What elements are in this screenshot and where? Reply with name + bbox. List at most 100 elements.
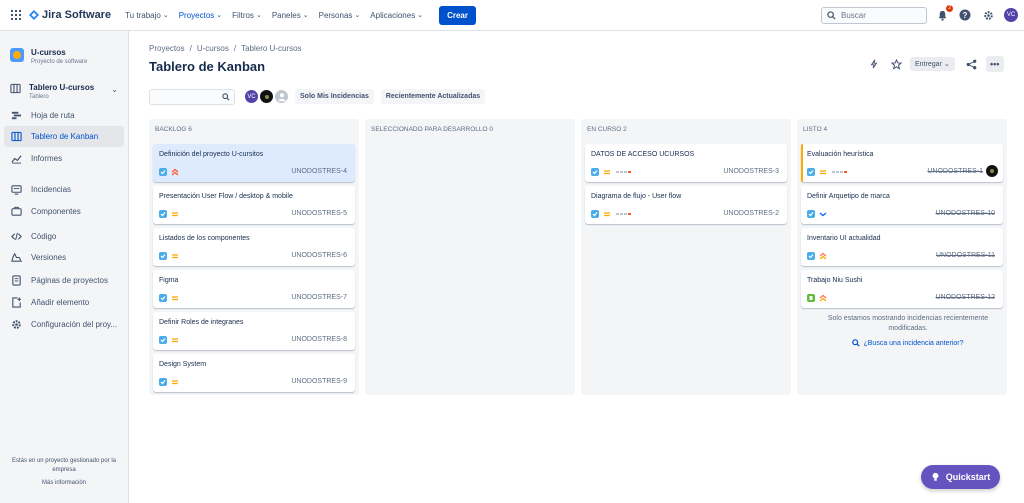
main-menu: Tu trabajo ⌄ Proyectos ⌄ Filtros ⌄ Paneles ⌄… bbox=[125, 11, 433, 20]
priority-low-icon bbox=[819, 210, 827, 218]
issue-card[interactable]: Inventario UI actualidad UNODOSTRES-11 bbox=[801, 228, 1003, 266]
issue-key[interactable]: UNODOSTRES-12 bbox=[935, 294, 995, 301]
breadcrumb-projects[interactable]: Proyectos bbox=[149, 44, 185, 53]
issue-key[interactable]: UNODOSTRES-1 bbox=[927, 168, 983, 175]
issue-icons bbox=[159, 168, 179, 176]
search-icon bbox=[222, 92, 230, 101]
menu-projects[interactable]: Proyectos ⌄ bbox=[179, 11, 222, 20]
menu-your-work[interactable]: Tu trabajo ⌄ bbox=[125, 11, 169, 20]
issue-key[interactable]: UNODOSTRES-6 bbox=[291, 252, 347, 259]
app-switcher-icon[interactable] bbox=[11, 10, 21, 20]
create-button[interactable]: Crear bbox=[439, 5, 476, 25]
priority-medium-icon bbox=[171, 378, 179, 386]
components-icon bbox=[10, 206, 22, 218]
issue-key[interactable]: UNODOSTRES-8 bbox=[291, 336, 347, 343]
issue-card[interactable]: Figma UNODOSTRES-7 bbox=[153, 270, 355, 308]
issue-card[interactable]: Trabajo Niu Sushi UNODOSTRES-12 bbox=[801, 270, 1003, 308]
issue-key[interactable]: UNODOSTRES-9 bbox=[291, 378, 347, 385]
sidebar-item-reports[interactable]: Informes bbox=[4, 148, 124, 169]
help-button[interactable]: ? bbox=[958, 8, 972, 22]
chevron-down-icon: ⌄ bbox=[255, 12, 262, 19]
user-avatar[interactable]: VC bbox=[1004, 8, 1018, 22]
board-selector[interactable]: Tablero U-cursos Tablero ⌄ bbox=[10, 83, 122, 100]
filter-bar: VC Solo Mis Incidencias Recientemente Ac… bbox=[149, 88, 486, 105]
breadcrumb-project[interactable]: U-cursos bbox=[197, 44, 229, 53]
share-button[interactable] bbox=[964, 56, 980, 72]
top-icons: 2 ? VC bbox=[935, 5, 1018, 22]
sidebar-item-label: Páginas de proyectos bbox=[31, 276, 108, 285]
sidebar-item-issues[interactable]: Incidencias bbox=[4, 179, 124, 200]
issue-card[interactable]: Diagrama de flujo - User flow UNODOSTRES-… bbox=[585, 186, 787, 224]
issue-title: Definir Arquetipo de marca bbox=[807, 193, 890, 200]
task-icon bbox=[591, 210, 599, 218]
issue-icons bbox=[591, 168, 632, 176]
issue-card[interactable]: Evaluación heurística UNODOSTRES-1 bbox=[801, 144, 1003, 182]
sidebar-item-roadmap[interactable]: Hoja de ruta bbox=[4, 105, 124, 126]
jira-logo[interactable]: Jira Software bbox=[29, 9, 111, 21]
only-my-issues-button[interactable]: Solo Mis Incidencias bbox=[295, 89, 374, 104]
sidebar-item-label: Configuración del proy... bbox=[31, 320, 118, 329]
task-icon bbox=[159, 168, 167, 176]
breadcrumb-separator: / bbox=[233, 44, 237, 53]
issue-card[interactable]: Definir Arquetipo de marca UNODOSTRES-10 bbox=[801, 186, 1003, 224]
bell-icon bbox=[938, 10, 946, 21]
app-name: Jira Software bbox=[42, 9, 112, 21]
top-navigation: Jira Software Tu trabajo ⌄ Proyectos ⌄ Fil… bbox=[0, 0, 1024, 31]
issue-card[interactable]: Definición del proyecto U-cursitos UNODOS… bbox=[153, 144, 355, 182]
sidebar-item-code[interactable]: Código bbox=[4, 226, 124, 247]
issue-title: DATOS DE ACCESO UCURSOS bbox=[591, 151, 695, 158]
issue-key[interactable]: UNODOSTRES-5 bbox=[291, 210, 347, 217]
issue-key[interactable]: UNODOSTRES-11 bbox=[936, 252, 995, 259]
sidebar-item-add[interactable]: Añadir elemento bbox=[4, 292, 124, 313]
sidebar-item-settings[interactable]: Configuración del proy... bbox=[4, 314, 124, 335]
avatar[interactable] bbox=[273, 88, 290, 105]
assignee-avatar[interactable] bbox=[986, 165, 998, 177]
settings-button[interactable] bbox=[981, 8, 995, 22]
issues-icon bbox=[10, 184, 22, 196]
quickstart-button[interactable]: Quickstart bbox=[921, 465, 1000, 489]
chevron-down-icon: ⌄ bbox=[216, 12, 223, 19]
menu-apps[interactable]: Aplicaciones ⌄ bbox=[370, 11, 423, 20]
search-input[interactable]: Buscar bbox=[821, 7, 927, 24]
column-backlog: BACKLOG 6 Definición del proyecto U-curs… bbox=[149, 119, 359, 395]
issue-key[interactable]: UNODOSTRES-10 bbox=[935, 210, 995, 217]
issue-icons bbox=[159, 378, 179, 386]
header-actions: Entregar ⌄ ••• bbox=[866, 56, 1004, 72]
project-header[interactable]: U-cursos Proyecto de software bbox=[10, 48, 87, 65]
breadcrumb-board[interactable]: Tablero U-cursos bbox=[241, 44, 301, 53]
notifications-button[interactable]: 2 bbox=[935, 5, 953, 22]
issue-card[interactable]: Definir Roles de integranes UNODOSTRES-8 bbox=[153, 312, 355, 350]
star-icon bbox=[890, 58, 902, 70]
issue-card[interactable]: DATOS DE ACCESO UCURSOS UNODOSTRES-3 bbox=[585, 144, 787, 182]
sidebar-item-pages[interactable]: Páginas de proyectos bbox=[4, 270, 124, 291]
menu-people[interactable]: Personas ⌄ bbox=[319, 11, 361, 20]
column-header: BACKLOG 6 bbox=[155, 126, 192, 133]
star-button[interactable] bbox=[888, 56, 904, 72]
more-actions-button[interactable]: ••• bbox=[985, 56, 1004, 72]
issue-key[interactable]: UNODOSTRES-3 bbox=[723, 168, 779, 175]
release-button[interactable]: Entregar ⌄ bbox=[910, 57, 955, 71]
issue-card[interactable]: Listados de los componentes UNODOSTRES-6 bbox=[153, 228, 355, 266]
insights-button[interactable] bbox=[866, 56, 882, 72]
search-older-issue-link[interactable]: ¿Busca una incidencia anterior? bbox=[808, 339, 1008, 347]
issue-title: Figma bbox=[159, 277, 179, 284]
sidebar-item-releases[interactable]: Versiones bbox=[4, 247, 124, 268]
menu-filters[interactable]: Filtros ⌄ bbox=[232, 11, 262, 20]
sidebar-item-kanban[interactable]: Tablero de Kanban bbox=[4, 126, 124, 147]
progress-icon bbox=[616, 171, 632, 173]
issue-card[interactable]: Design System UNODOSTRES-9 bbox=[153, 354, 355, 392]
issue-key[interactable]: UNODOSTRES-4 bbox=[291, 168, 347, 175]
issue-key[interactable]: UNODOSTRES-2 bbox=[723, 210, 779, 217]
more-icon: ••• bbox=[989, 59, 1000, 69]
recently-updated-button[interactable]: Recientemente Actualizadas bbox=[380, 89, 486, 104]
sidebar-item-label: Tablero de Kanban bbox=[31, 132, 99, 141]
issue-card[interactable]: Presentación User Flow / desktop & mobil… bbox=[153, 186, 355, 224]
sidebar-item-components[interactable]: Componentes bbox=[4, 201, 124, 222]
learn-more-link[interactable]: Más información bbox=[4, 480, 124, 486]
board-search-input[interactable] bbox=[149, 88, 235, 105]
task-icon bbox=[807, 168, 815, 176]
issue-icons bbox=[159, 294, 179, 302]
menu-dashboards[interactable]: Paneles ⌄ bbox=[272, 11, 309, 20]
issue-icons bbox=[159, 252, 179, 260]
issue-key[interactable]: UNODOSTRES-7 bbox=[291, 294, 347, 301]
